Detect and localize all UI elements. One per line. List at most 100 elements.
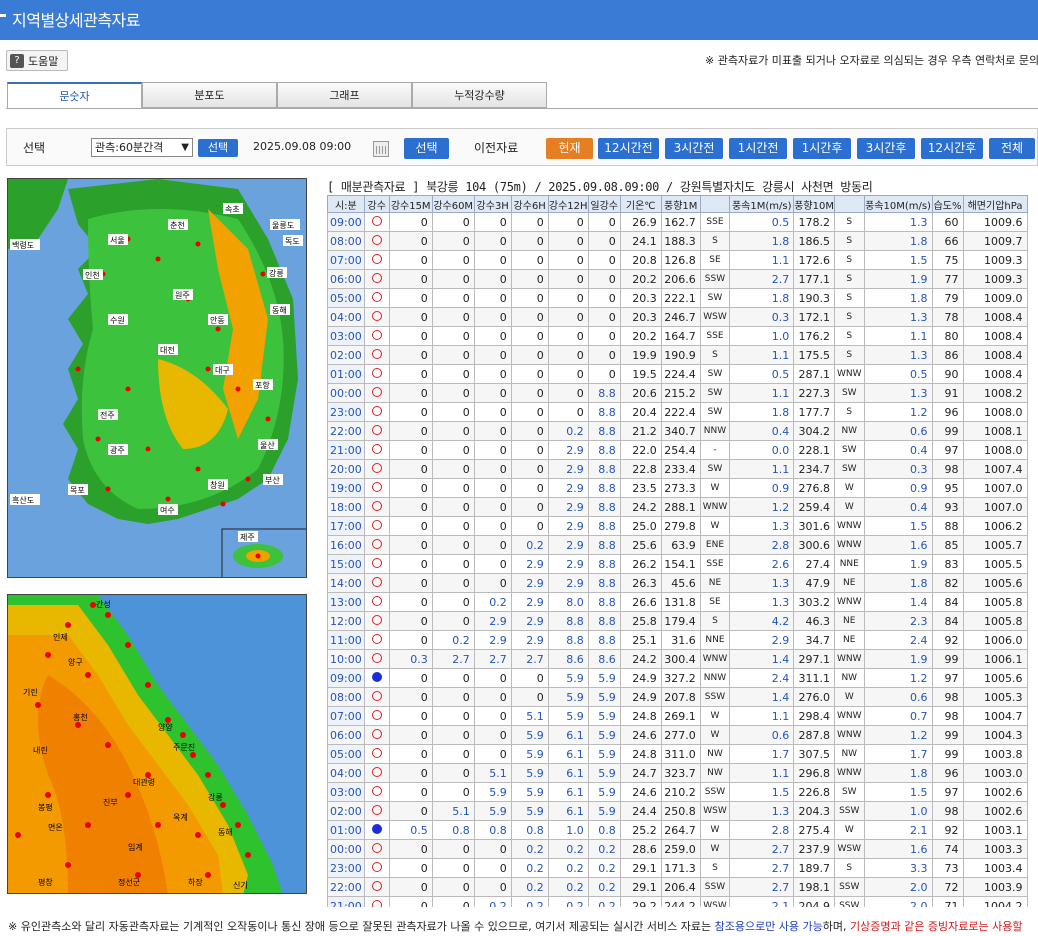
data-cell: 1.3 [863, 345, 933, 365]
data-cell: 0 [510, 497, 549, 517]
data-cell: 2.9 [510, 554, 549, 574]
data-cell: 6.1 [547, 782, 589, 802]
data-cell: 1006.0 [962, 630, 1028, 650]
data-cell: 0 [510, 307, 549, 327]
data-cell: 2.7 [510, 649, 549, 669]
observation-table-container[interactable]: 시:분 강수 강수15M 강수60M 강수3H 강수6H 강수12H 일강수 기온℃ 풍향1M 풍속… [327, 195, 1038, 907]
no-rain-ring-icon [371, 215, 382, 226]
data-cell: 92 [931, 820, 964, 840]
rain-indicator-cell [363, 402, 390, 422]
no-rain-ring-icon [371, 386, 382, 397]
data-cell: 1008.4 [962, 345, 1028, 365]
nav-12h-after-button[interactable]: 12시간후 [921, 138, 983, 159]
column-header: 일강수 [587, 195, 621, 213]
data-cell: 25.6 [619, 535, 662, 555]
data-cell: WNW [834, 592, 865, 612]
data-cell: 46.3 [793, 611, 835, 631]
data-cell: 0 [388, 288, 433, 308]
data-cell: 206.4 [660, 877, 701, 897]
data-cell: 234.7 [793, 459, 835, 479]
nav-12h-before-button[interactable]: 12시간전 [598, 138, 659, 159]
korea-station-map[interactable]: 속초 강릉 동해 울릉도 독도 서울 인천 백령도 수원 대전 대구 포항 울산… [7, 178, 307, 578]
data-cell: 1.4 [729, 687, 795, 707]
data-cell: 20.3 [619, 307, 662, 327]
data-cell: 0 [388, 858, 433, 878]
map1-label-mokpo: 목포 [70, 486, 85, 495]
rain-dot-icon [371, 823, 382, 834]
map1-label-changwon: 창원 [210, 481, 225, 490]
data-cell: 0 [473, 478, 512, 498]
nav-all-button[interactable]: 전체 [989, 138, 1035, 159]
data-cell: 2.9 [547, 478, 589, 498]
date-input[interactable]: 2025.09.08 09:00 [253, 140, 351, 153]
time-cell: 23:00 [327, 402, 365, 422]
column-header: 풍속1M(m/s) [729, 195, 795, 213]
data-cell: W [699, 820, 731, 840]
data-cell: 175.5 [793, 345, 835, 365]
nav-1h-before-button[interactable]: 1시간전 [729, 138, 787, 159]
nav-3h-before-button[interactable]: 3시간전 [665, 138, 723, 159]
map2-label-goseong: 간성 [96, 599, 111, 609]
no-rain-ring-icon [371, 405, 382, 416]
rain-indicator-cell [363, 896, 390, 907]
footer-part4: 기상증명과 같은 증빙자료로는 사용할 [850, 920, 1023, 933]
select-date-button[interactable]: 선택 [404, 138, 449, 159]
column-header [699, 195, 731, 213]
data-cell: 45.6 [660, 573, 701, 593]
data-cell: NW [834, 421, 865, 441]
nav-3h-after-button[interactable]: 3시간후 [857, 138, 915, 159]
data-cell: 5.9 [510, 782, 549, 802]
data-cell: 2.9 [547, 573, 589, 593]
gangwon-station-map[interactable]: 간성 인제 양구 기린 홍천 양양 주문진 내린 대관령 진부 강릉 봉평 면온… [7, 594, 307, 894]
nav-current-button[interactable]: 현재 [546, 138, 593, 159]
data-cell: SSE [699, 326, 731, 346]
table-row: 00:00 0 0 0 0.2 0.2 0.2 28.6 259.0 W 2.7 237.9 WSW 1.… [327, 839, 1028, 859]
no-rain-ring-icon [371, 519, 382, 530]
data-cell: 5.9 [587, 801, 621, 821]
data-cell: 2.9 [547, 554, 589, 574]
data-cell: 273.3 [660, 478, 701, 498]
data-cell: 83 [931, 554, 964, 574]
nav-1h-after-button[interactable]: 1시간후 [793, 138, 851, 159]
tab-distribution[interactable]: 분포도 [142, 82, 277, 108]
data-cell: 0.2 [510, 877, 549, 897]
data-cell: 0 [431, 839, 475, 859]
select-interval-button[interactable]: 선택 [198, 139, 238, 157]
data-cell: 1.7 [863, 744, 933, 764]
data-cell: WNW [699, 649, 731, 669]
data-cell: 0.2 [431, 630, 475, 650]
data-cell: 2.7 [431, 649, 475, 669]
data-cell: 1002.6 [962, 801, 1028, 821]
time-cell: 07:00 [327, 706, 365, 726]
data-cell: NW [834, 668, 865, 688]
time-cell: 03:00 [327, 326, 365, 346]
interval-select[interactable]: 관측:60분간격 ▼ [91, 138, 193, 157]
table-row: 03:00 0 0 5.9 5.9 6.1 5.9 24.6 210.2 SSW 1.5 226.8 S… [327, 782, 1028, 802]
map2-label-hajang: 하장 [188, 877, 203, 887]
data-cell: 99 [931, 725, 964, 745]
data-cell: 0 [431, 763, 475, 783]
map1-label-incheon: 인천 [85, 270, 100, 280]
tab-graph[interactable]: 그래프 [277, 82, 412, 108]
help-button[interactable]: ? 도움말 [6, 50, 68, 71]
map2-label-samcheok: 신기 [233, 881, 248, 890]
data-cell: 1.6 [863, 839, 933, 859]
data-cell: 24.9 [619, 668, 662, 688]
no-rain-ring-icon [371, 728, 382, 739]
rain-indicator-cell [363, 573, 390, 593]
data-cell: 1009.3 [962, 269, 1028, 289]
data-cell: 2.9 [547, 516, 589, 536]
data-cell: 0 [431, 383, 475, 403]
table-row: 08:00 0 0 0 0 5.9 5.9 24.9 207.8 SSW 1.4 276.0 W 0.6 9… [327, 687, 1028, 707]
tab-text[interactable]: 문숫자 [7, 82, 142, 109]
data-cell: W [699, 516, 731, 536]
data-cell: 0 [547, 269, 589, 289]
calendar-icon[interactable] [373, 141, 389, 157]
data-cell: 0 [587, 212, 621, 232]
time-cell: 02:00 [327, 345, 365, 365]
data-cell: 5.9 [510, 725, 549, 745]
data-cell: 34.7 [793, 630, 835, 650]
data-cell: 0.2 [587, 896, 621, 907]
data-cell: 29.1 [619, 877, 662, 897]
tab-cumulative-rain[interactable]: 누적강수량 [412, 82, 547, 108]
